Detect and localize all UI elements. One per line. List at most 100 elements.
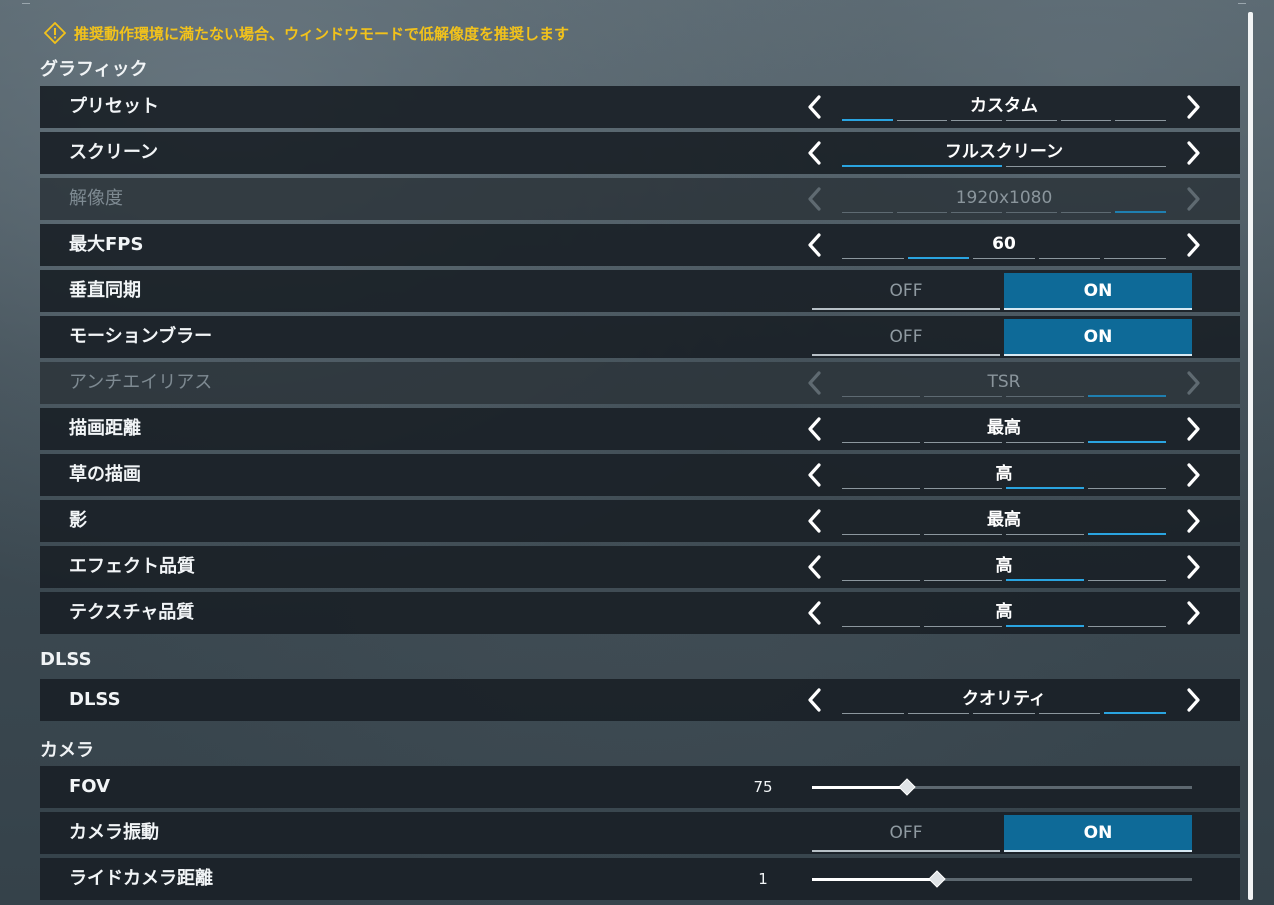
setting-row-fov[interactable]: FOV 75 [40,766,1240,808]
setting-row-grass[interactable]: 草の描画高 [40,454,1240,496]
chevron-right-icon[interactable] [1182,554,1204,580]
option-indicator-segment [1006,212,1057,213]
chevron-right-icon [1182,370,1204,396]
option-indicator-segment [1006,120,1057,121]
chevron-left-icon[interactable] [804,554,826,580]
warning-banner: 推奨動作環境に満たない場合、ウィンドウモードで低解像度を推奨します [43,21,570,45]
setting-row-effects[interactable]: エフェクト品質高 [40,546,1240,588]
setting-row-resolution: 解像度 1920x1080 [40,178,1240,220]
option-indicator-segment [973,258,1035,259]
option-indicator-segment [1104,258,1166,259]
option-indicator-segment [842,396,920,397]
setting-label: スクリーン [69,142,159,163]
chevron-right-icon[interactable] [1182,94,1204,120]
chevron-left-icon[interactable] [804,232,826,258]
setting-row-texture[interactable]: テクスチャ品質高 [40,592,1240,634]
setting-row-screen[interactable]: スクリーン フルスクリーン [40,132,1240,174]
option-indicator-segment [842,258,904,259]
slider-track[interactable] [812,870,1192,888]
chevron-left-icon[interactable] [804,416,826,442]
option-indicator-segment [1104,712,1166,714]
slider-track[interactable] [812,778,1192,796]
toggle-off-option[interactable]: OFF [812,815,1000,852]
setting-row-shadow[interactable]: 影最高 [40,500,1240,542]
chevron-left-icon[interactable] [804,508,826,534]
setting-row-draw-distance[interactable]: 描画距離 最高 [40,408,1240,450]
option-indicator [842,257,1166,259]
setting-label: 草の描画 [69,464,141,485]
setting-row-motion-blur[interactable]: モーションブラー OFF ON [40,316,1240,358]
toggle-switch[interactable]: OFF ON [812,273,1192,310]
option-indicator-segment [896,212,948,213]
option-indicator-segment [842,534,920,535]
chevron-right-icon[interactable] [1182,140,1204,166]
slider-handle[interactable] [928,870,947,888]
warning-text: 推奨動作環境に満たない場合、ウィンドウモードで低解像度を推奨します [74,24,570,43]
option-indicator [842,441,1166,443]
option-indicator [842,579,1166,581]
toggle-on-option[interactable]: ON [1004,815,1192,852]
setting-label: 解像度 [69,188,123,209]
setting-row-ride-camera-distance[interactable]: ライドカメラ距離 1 [40,858,1240,900]
setting-row-dlss[interactable]: DLSS クオリティ [40,679,1240,721]
option-indicator-segment [1088,626,1166,627]
setting-row-max-fps[interactable]: 最大FPS 60 [40,224,1240,266]
chevron-right-icon[interactable] [1182,600,1204,626]
chevron-right-icon[interactable] [1182,416,1204,442]
setting-row-anti-aliasing: アンチエイリアス TSR [40,362,1240,404]
option-indicator-segment [842,165,1002,167]
toggle-off-option[interactable]: OFF [812,319,1000,356]
option-indicator-segment [1006,579,1084,581]
chevron-right-icon[interactable] [1182,462,1204,488]
toggle-switch[interactable]: OFF ON [812,319,1192,356]
chevron-right-icon[interactable] [1182,232,1204,258]
setting-row-camera-shake[interactable]: カメラ振動 OFF ON [40,812,1240,854]
option-indicator-segment [1088,395,1166,397]
chevron-right-icon[interactable] [1182,508,1204,534]
option-indicator-segment [924,442,1002,443]
chevron-left-icon[interactable] [804,462,826,488]
scrollbar[interactable] [1248,12,1253,900]
chevron-left-icon[interactable] [804,687,826,713]
option-indicator-segment [1060,212,1112,213]
option-indicator-segment [924,534,1002,535]
option-indicator-segment [1060,120,1112,121]
option-indicator-segment [1006,166,1166,167]
option-indicator [842,119,1167,121]
option-indicator-segment [842,626,920,627]
chevron-left-icon[interactable] [804,94,826,120]
option-indicator-segment [1088,580,1166,581]
option-indicator-segment [1006,625,1084,627]
option-indicator-segment [924,580,1002,581]
chevron-left-icon[interactable] [804,600,826,626]
option-indicator-segment [1088,533,1166,535]
option-indicator-segment [1038,713,1101,714]
slider-handle[interactable] [898,778,916,796]
chevron-right-icon[interactable] [1182,687,1204,713]
toggle-off-option[interactable]: OFF [812,273,1000,310]
section-title-dlss: DLSS [40,649,92,670]
option-indicator [842,211,1167,213]
option-indicator-segment [842,713,904,714]
toggle-switch[interactable]: OFF ON [812,815,1192,852]
chevron-left-icon[interactable] [804,140,826,166]
option-indicator-segment [842,212,893,213]
setting-label: FOV [69,776,111,797]
slider-value: 75 [753,778,773,796]
option-indicator-segment [1038,258,1101,259]
toggle-on-option[interactable]: ON [1004,319,1192,356]
option-indicator-segment [896,120,948,121]
option-indicator-segment [1006,534,1084,535]
setting-label: エフェクト品質 [69,556,195,577]
chevron-left-icon [804,370,826,396]
setting-row-vsync[interactable]: 垂直同期 OFF ON [40,270,1240,312]
top-dash-right [1238,3,1246,4]
toggle-on-option[interactable]: ON [1004,273,1192,310]
setting-row-preset[interactable]: プリセット カスタム [40,86,1240,128]
option-indicator-segment [924,626,1002,627]
option-indicator-segment [1006,442,1084,443]
option-indicator-segment [1088,488,1166,489]
section-title-camera: カメラ [40,740,94,761]
setting-label: カメラ振動 [69,822,159,843]
setting-label: プリセット [69,96,159,117]
